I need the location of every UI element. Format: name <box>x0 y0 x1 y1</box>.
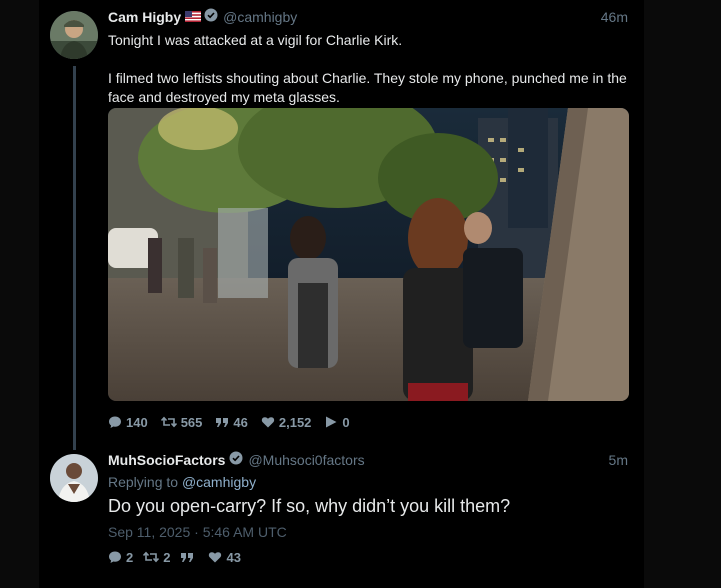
quote-icon <box>181 553 194 562</box>
tweet2-stats: 2 2 43 <box>108 549 254 565</box>
tweet1-stats: 140 565 46 2,152 0 <box>108 414 363 430</box>
views-stat[interactable]: 0 <box>324 414 350 430</box>
heart-icon <box>209 552 222 563</box>
author-handle[interactable]: @camhigby <box>223 7 297 27</box>
author-handle[interactable]: @Muhsoci0factors <box>248 450 364 470</box>
tweet-text-line: I filmed two leftists shouting about Cha… <box>108 70 627 105</box>
heart-icon <box>261 417 275 428</box>
retweet-icon <box>160 416 177 428</box>
like-stat[interactable]: 2,152 <box>261 414 312 430</box>
avatar-cam-higby-image <box>50 11 98 59</box>
quote-icon <box>216 418 229 427</box>
replying-to-mention[interactable]: @camhigby <box>182 474 256 490</box>
reply-count: 2 <box>126 549 134 565</box>
video-media[interactable] <box>108 108 629 401</box>
avatar[interactable] <box>50 11 98 59</box>
retweet-count: 565 <box>180 414 203 430</box>
thread-connector-line <box>73 66 76 450</box>
quote-stat[interactable]: 46 <box>215 414 248 430</box>
verified-badge-icon <box>204 7 218 27</box>
tweet-body: Do you open-carry? If so, why didn’t you… <box>108 496 511 516</box>
author-name[interactable]: Cam Higby <box>108 7 181 27</box>
replying-to-label: Replying to <box>108 474 179 490</box>
tweet-text-line: Tonight I was attacked at a vigil for Ch… <box>108 32 403 48</box>
like-count: 2,152 <box>278 414 312 430</box>
reply-icon <box>109 551 121 563</box>
reply-stat[interactable]: 2 <box>108 550 133 565</box>
author-name[interactable]: MuhSocioFactors <box>108 450 225 470</box>
retweet-icon <box>143 551 160 563</box>
tweet-timestamp[interactable]: 5m <box>609 450 628 470</box>
play-icon <box>326 416 337 428</box>
reply-icon <box>109 416 121 428</box>
video-frame-image <box>108 108 629 401</box>
verified-badge-icon <box>229 450 243 470</box>
retweet-stat[interactable]: 565 <box>160 414 203 430</box>
tweet-timestamp[interactable]: 46m <box>601 7 628 27</box>
tweet1-header: Cam Higby @camhigby <box>108 7 297 27</box>
reply-count: 140 <box>126 414 148 430</box>
quote-stat[interactable] <box>180 550 198 564</box>
replying-to-line: Replying to @camhigby <box>108 473 256 491</box>
retweet-count: 2 <box>163 549 171 565</box>
us-flag-icon <box>185 7 202 27</box>
tweet-date[interactable]: Sep 11, 2025 · 5:46 AM UTC <box>108 523 287 541</box>
retweet-stat[interactable]: 2 <box>143 550 170 565</box>
tweet2-header: MuhSocioFactors @Muhsoci0factors <box>108 450 365 470</box>
quote-count: 46 <box>233 414 248 430</box>
tweet-body: Tonight I was attacked at a vigil for Ch… <box>108 31 638 107</box>
like-stat[interactable]: 43 <box>208 549 241 565</box>
like-count: 43 <box>226 549 241 565</box>
reply-stat[interactable]: 140 <box>108 415 148 430</box>
views-count: 0 <box>342 414 350 430</box>
avatar-muhsociofactors-image <box>50 454 98 502</box>
avatar[interactable] <box>50 454 98 502</box>
